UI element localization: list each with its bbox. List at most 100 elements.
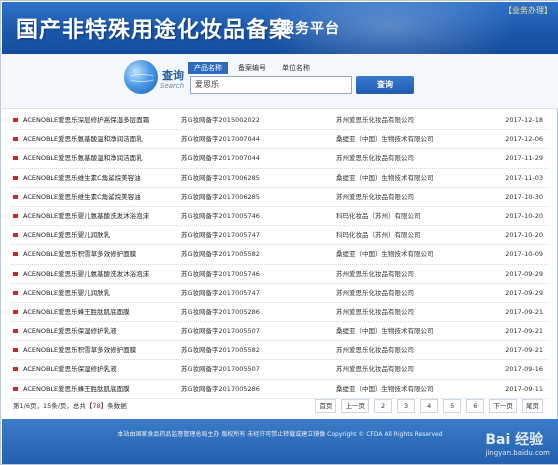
result-product-name[interactable]: ACENOBLE爱思乐蜂王胜肽肌底面膜 — [23, 303, 130, 321]
result-row[interactable]: ACENOBLE爱思乐保湿修护乳液 苏G妆网备字2017005507 桑缇亚（中国）… — [11, 322, 549, 342]
result-company: 苏州爱思乐化妆品有限公司 — [336, 269, 414, 278]
result-date: 2017-10-30 — [505, 192, 543, 201]
result-date: 2017-09-21 — [505, 327, 543, 336]
result-registration-number: 苏G妆网备字2017007044 — [181, 154, 260, 163]
result-row[interactable]: ACENOBLE爱思乐维生素C角鲨烷美容油 苏G妆网备字2017006285 桑缇亚… — [11, 169, 549, 188]
result-product-name[interactable]: ACENOBLE爱思乐维生素C角鲨烷美容油 — [23, 169, 141, 187]
result-product-name[interactable]: ACENOBLE爱思乐蜂王胜肽肌底面膜 — [23, 380, 130, 398]
result-date: 2017-10-20 — [505, 231, 543, 240]
result-product-name[interactable]: ACENOBLE爱思乐保湿修护乳液 — [23, 322, 117, 340]
result-registration-number: 苏G妆网备字2017007044 — [181, 135, 260, 144]
result-row[interactable]: ACENOBLE爱思乐氨基酸温和净润洁面乳 苏G妆网备字2017007044 桑缇亚… — [11, 130, 549, 150]
prev-page-button[interactable]: 上一页 — [341, 399, 369, 413]
result-product-name[interactable]: ACENOBLE爱思乐婴儿氨基酸洗发沐浴泡沫 — [23, 207, 149, 225]
result-date: 2017-09-29 — [505, 288, 543, 297]
tab-registration-number[interactable]: 备案编号 — [232, 62, 272, 74]
result-company: 桑缇亚（中国）生物技术有限公司 — [336, 250, 434, 259]
result-registration-number: 苏G妆网备字2017005582 — [181, 346, 260, 355]
page-title: 国产非特殊用途化妆品备案 — [16, 17, 293, 43]
result-row[interactable]: ACENOBLE爱思乐氨基酸温和净润洁面乳 苏G妆网备字2017007044 苏州爱… — [11, 149, 549, 169]
result-date: 2017-09-16 — [505, 365, 543, 374]
result-product-name[interactable]: ACENOBLE爱思乐深层修护高保湿多层面霜 — [23, 111, 149, 129]
result-registration-number: 苏G妆网备字2017005747 — [181, 231, 260, 240]
result-row[interactable]: ACENOBLE爱思乐维生素C角鲨烷美容油 苏G妆网备字2017006285 苏州爱… — [11, 188, 549, 207]
result-company: 苏州爱思乐化妆品有限公司 — [336, 288, 414, 297]
result-company: 桑缇亚（中国）生物技术有限公司 — [336, 173, 434, 182]
result-registration-number: 苏G妆网备字2017006285 — [181, 192, 260, 201]
result-date: 2017-12-18 — [505, 116, 543, 124]
result-date: 2017-09-29 — [505, 269, 543, 278]
page-5-button[interactable]: 5 — [443, 399, 462, 413]
bullet-icon — [13, 309, 18, 314]
result-product-name[interactable]: ACENOBLE爱思乐维生素C角鲨烷美容油 — [23, 188, 141, 206]
page-6-button[interactable]: 6 — [466, 399, 485, 413]
result-registration-number: 苏G妆网备字2017005746 — [181, 211, 260, 220]
result-row[interactable]: ACENOBLE爱思乐婴儿润肤乳 苏G妆网备字2017005747 苏州爱思乐化妆品… — [11, 284, 549, 303]
next-page-button[interactable]: 下一页 — [489, 399, 517, 413]
search-button[interactable]: 查询 — [356, 76, 414, 94]
result-company: 科玛化妆品（苏州）有限公司 — [336, 231, 421, 240]
business-link[interactable]: 【业务办理】 — [504, 5, 552, 16]
result-company: 桑缇亚（中国）生物技术有限公司 — [336, 327, 434, 336]
result-product-name[interactable]: ACENOBLE爱思乐婴儿氨基酸洗发沐浴泡沫 — [23, 265, 149, 283]
tab-product-name[interactable]: 产品名称 — [188, 62, 228, 74]
footer: 本站由国家食品药品监督管理总局主办 版权所有 未经许可禁止转载或建立镜像 Cop… — [2, 419, 558, 464]
result-row[interactable]: ACENOBLE爱思乐婴儿氨基酸洗发沐浴泡沫 苏G妆网备字2017005746 科玛… — [11, 207, 549, 227]
result-row[interactable]: ACENOBLE爱思乐积雪草多效修护面膜 苏G妆网备字2017005582 桑缇亚（… — [11, 245, 549, 265]
result-product-name[interactable]: ACENOBLE爱思乐氨基酸温和净润洁面乳 — [23, 149, 143, 167]
bullet-icon — [13, 118, 18, 122]
result-date: 2017-09-21 — [505, 346, 543, 355]
bullet-icon — [13, 252, 18, 257]
result-row[interactable]: ACENOBLE爱思乐婴儿氨基酸洗发沐浴泡沫 苏G妆网备字2017005746 苏州… — [11, 265, 549, 284]
search-input[interactable]: 爱思乐 — [190, 76, 352, 94]
result-product-name[interactable]: ACENOBLE爱思乐婴儿润肤乳 — [23, 284, 110, 302]
result-product-name[interactable]: ACENOBLE爱思乐氨基酸温和净润洁面乳 — [23, 130, 143, 148]
bullet-icon — [13, 233, 18, 238]
result-registration-number: 苏G妆网备字2017005286 — [181, 384, 260, 393]
result-row[interactable]: ACENOBLE爱思乐深层修护高保湿多层面霜 苏G妆网备字2015002022 苏州… — [11, 111, 549, 131]
result-product-name[interactable]: ACENOBLE爱思乐保湿修护乳液 — [23, 360, 117, 378]
result-date: 2017-10-20 — [505, 211, 543, 220]
result-row[interactable]: ACENOBLE爱思乐蜂王胜肽肌底面膜 苏G妆网备字2017005286 苏州爱思乐… — [11, 303, 549, 323]
globe-icon — [124, 60, 158, 94]
bullet-icon — [13, 213, 18, 218]
result-product-name[interactable]: ACENOBLE爱思乐婴儿润肤乳 — [23, 226, 110, 244]
page-4-button[interactable]: 4 — [420, 399, 439, 413]
page-3-button[interactable]: 3 — [397, 399, 416, 413]
result-company: 桑缇亚（中国）生物技术有限公司 — [336, 135, 434, 144]
bullet-icon — [13, 137, 18, 142]
last-page-button[interactable]: 尾页 — [522, 399, 543, 413]
result-company: 科玛化妆品（苏州）有限公司 — [336, 211, 421, 220]
pagination-info-prefix: 第1/6页，15条/页，总共【 — [13, 402, 93, 410]
result-date: 2017-09-21 — [505, 307, 543, 316]
header-banner: 国产非特殊用途化妆品备案 服务平台 【业务办理】 — [2, 2, 558, 54]
result-company: 苏州爱思乐化妆品有限公司 — [336, 346, 414, 355]
result-registration-number: 苏G妆网备字2015002022 — [181, 116, 260, 124]
result-registration-number: 苏G妆网备字2017005746 — [181, 269, 260, 278]
footer-copyright: 本站由国家食品药品监督管理总局主办 版权所有 未经许可禁止转载或建立镜像 Cop… — [117, 431, 443, 438]
bullet-icon — [13, 290, 18, 295]
tab-company-name[interactable]: 单位名称 — [276, 62, 316, 74]
result-product-name[interactable]: ACENOBLE爱思乐积雪草多效修护面膜 — [23, 341, 136, 359]
result-row[interactable]: ACENOBLE爱思乐婴儿润肤乳 苏G妆网备字2017005747 科玛化妆品（苏州… — [11, 226, 549, 246]
result-row[interactable]: ACENOBLE爱思乐保湿修护乳液 苏G妆网备字2017005507 苏州爱思乐化妆… — [11, 360, 549, 380]
result-registration-number: 苏G妆网备字2017005747 — [181, 288, 260, 297]
results-list: ACENOBLE爱思乐深层修护高保湿多层面霜 苏G妆网备字2015002022 苏州… — [11, 111, 549, 399]
first-page-button[interactable]: 首页 — [315, 399, 337, 413]
result-date: 2017-09-11 — [505, 384, 543, 393]
result-company: 苏州爱思乐化妆品有限公司 — [336, 116, 414, 124]
result-product-name[interactable]: ACENOBLE爱思乐积雪草多效修护面膜 — [23, 245, 136, 263]
result-date: 2017-11-03 — [505, 173, 543, 182]
bullet-icon — [13, 386, 18, 391]
bullet-icon — [13, 329, 18, 334]
result-row[interactable]: ACENOBLE爱思乐蜂王胜肽肌底面膜 苏G妆网备字2017005286 桑缇亚（中… — [11, 380, 549, 399]
result-company: 苏州爱思乐化妆品有限公司 — [336, 365, 414, 374]
page-frame: 国产非特殊用途化妆品备案 服务平台 【业务办理】 查询 Search 产品名称 … — [0, 0, 558, 465]
bullet-icon — [13, 348, 18, 353]
page-2-button[interactable]: 2 — [374, 399, 393, 413]
search-caption: 查询 — [162, 69, 184, 82]
result-date: 2017-11-29 — [505, 154, 543, 163]
pagination-info: 第1/6页，15条/页，总共【78】条数据 — [13, 399, 127, 413]
watermark-logo: Bai 经验 — [485, 432, 544, 448]
result-row[interactable]: ACENOBLE爱思乐积雪草多效修护面膜 苏G妆网备字2017005582 苏州爱思… — [11, 341, 549, 361]
